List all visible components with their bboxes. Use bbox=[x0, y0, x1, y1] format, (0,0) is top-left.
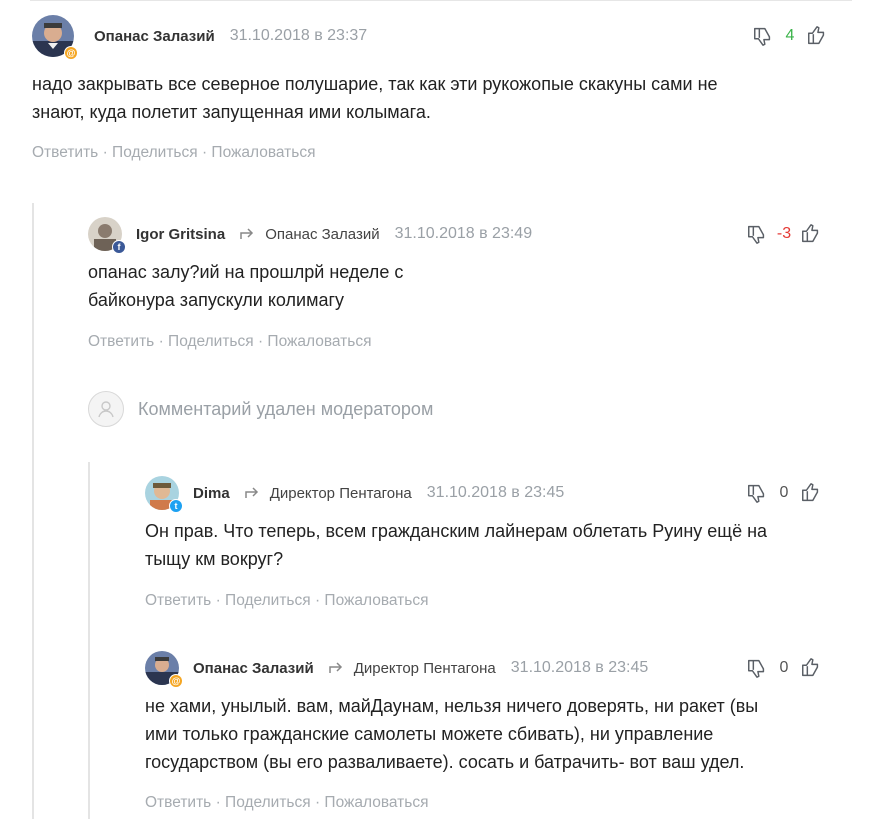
comment-text-line: тыщу км вокруг? bbox=[145, 549, 284, 569]
thumbs-up-icon[interactable] bbox=[806, 25, 828, 47]
separator: · bbox=[253, 333, 268, 350]
comment-author[interactable]: Dima bbox=[193, 485, 230, 502]
deleted-message: Комментарий удален модератором bbox=[138, 398, 434, 419]
vote-controls: 0 bbox=[746, 648, 822, 688]
share-link[interactable]: Поделиться bbox=[168, 333, 254, 350]
comment-header: @ Опанас Залазий Директор Пентагона 31.1… bbox=[145, 648, 648, 688]
separator: · bbox=[154, 333, 169, 350]
facebook-badge-icon: f bbox=[112, 240, 126, 254]
comment-text-line: опанас залу?ий на прошлрй неделе с bbox=[88, 262, 404, 282]
comment-reply: @ Опанас Залазий Директор Пентагона 31.1… bbox=[145, 648, 840, 819]
comment-author[interactable]: Опанас Залазий bbox=[94, 28, 215, 45]
avatar[interactable]: f bbox=[88, 217, 126, 254]
user-placeholder-icon bbox=[88, 391, 124, 427]
comment-text-line: не хами, унылый. вам, майДаунам, нельзя … bbox=[145, 696, 759, 716]
comment-timestamp: 31.10.2018 в 23:45 bbox=[426, 484, 565, 501]
comment-text-line: надо закрывать все северное полушарие, т… bbox=[32, 74, 718, 94]
vote-controls: 0 bbox=[746, 473, 822, 513]
reply-link[interactable]: Ответить bbox=[32, 144, 98, 161]
thumbs-down-icon[interactable] bbox=[746, 657, 768, 679]
thumbs-down-icon[interactable] bbox=[746, 482, 768, 504]
vote-controls: -3 bbox=[746, 214, 822, 254]
thread-line-level-2 bbox=[88, 462, 90, 819]
comment-actions: Ответить · Поделиться · Пожаловаться bbox=[145, 794, 429, 812]
comment-author[interactable]: Опанас Залазий bbox=[193, 660, 314, 677]
comment-text-line: знают, куда полетит запущенная ими колым… bbox=[32, 102, 431, 122]
report-link[interactable]: Пожаловаться bbox=[324, 794, 428, 811]
comment: @ Опанас Залазий 31.10.2018 в 23:37 4 на… bbox=[32, 14, 852, 174]
reply-to-author[interactable]: Директор Пентагона bbox=[270, 485, 412, 502]
comment-text-line: Он прав. Что теперь, всем гражданским ла… bbox=[145, 521, 768, 541]
comment-text: опанас залу?ий на прошлрй неделе с байко… bbox=[88, 258, 788, 314]
share-link[interactable]: Поделиться bbox=[225, 592, 311, 609]
comment-score: 0 bbox=[779, 484, 789, 501]
comment-timestamp: 31.10.2018 в 23:37 bbox=[229, 27, 368, 44]
thumbs-up-icon[interactable] bbox=[800, 482, 822, 504]
top-divider bbox=[30, 0, 852, 1]
reply-to-author[interactable]: Директор Пентагона bbox=[354, 660, 496, 677]
separator: · bbox=[98, 144, 113, 161]
reply-to-author[interactable]: Опанас Залазий bbox=[265, 226, 379, 243]
comment-actions: Ответить · Поделиться · Пожаловаться bbox=[145, 592, 429, 610]
reply-link[interactable]: Ответить bbox=[145, 592, 211, 609]
comment-reply: f Igor Gritsina Опанас Залазий 31.10.201… bbox=[88, 214, 840, 364]
share-link[interactable]: Поделиться bbox=[112, 144, 198, 161]
twitter-badge-icon: t bbox=[169, 499, 183, 513]
comment-header: f Igor Gritsina Опанас Залазий 31.10.201… bbox=[88, 214, 532, 254]
comment-reply: t Dima Директор Пентагона 31.10.2018 в 2… bbox=[145, 473, 840, 623]
comment-header: t Dima Директор Пентагона 31.10.2018 в 2… bbox=[145, 473, 564, 513]
comment-score: 4 bbox=[785, 27, 795, 44]
separator: · bbox=[211, 794, 226, 811]
report-link[interactable]: Пожаловаться bbox=[211, 144, 315, 161]
comment-header: @ Опанас Залазий 31.10.2018 в 23:37 bbox=[32, 14, 368, 60]
comment-author[interactable]: Igor Gritsina bbox=[136, 226, 225, 243]
comment-score: 0 bbox=[779, 659, 789, 676]
comment-text-line: ими только гражданские самолеты можете с… bbox=[145, 724, 714, 744]
share-link[interactable]: Поделиться bbox=[225, 794, 311, 811]
vote-controls: 4 bbox=[752, 14, 828, 58]
mail-badge-icon: @ bbox=[169, 674, 183, 688]
deleted-comment: Комментарий удален модератором bbox=[88, 391, 433, 427]
comment-text-line: государством (вы его разваливаете). соса… bbox=[145, 752, 745, 772]
thumbs-up-icon[interactable] bbox=[800, 657, 822, 679]
comment-text: не хами, унылый. вам, майДаунам, нельзя … bbox=[145, 692, 840, 776]
comment-actions: Ответить · Поделиться · Пожаловаться bbox=[88, 333, 372, 351]
comment-text-line: байконура запускули колимагу bbox=[88, 290, 345, 310]
separator: · bbox=[310, 794, 325, 811]
avatar[interactable]: @ bbox=[32, 15, 78, 60]
comment-timestamp: 31.10.2018 в 23:45 bbox=[510, 659, 649, 676]
thumbs-up-icon[interactable] bbox=[800, 223, 822, 245]
separator: · bbox=[197, 144, 212, 161]
reply-arrow-icon bbox=[244, 487, 258, 498]
separator: · bbox=[310, 592, 325, 609]
reply-link[interactable]: Ответить bbox=[88, 333, 154, 350]
report-link[interactable]: Пожаловаться bbox=[324, 592, 428, 609]
report-link[interactable]: Пожаловаться bbox=[267, 333, 371, 350]
comment-timestamp: 31.10.2018 в 23:49 bbox=[394, 225, 533, 242]
reply-arrow-icon bbox=[328, 662, 342, 673]
comment-text: надо закрывать все северное полушарие, т… bbox=[32, 70, 852, 126]
thumbs-down-icon[interactable] bbox=[746, 223, 768, 245]
reply-link[interactable]: Ответить bbox=[145, 794, 211, 811]
avatar[interactable]: @ bbox=[145, 651, 183, 688]
separator: · bbox=[211, 592, 226, 609]
comment-actions: Ответить · Поделиться · Пожаловаться bbox=[32, 144, 316, 162]
comment-text: Он прав. Что теперь, всем гражданским ла… bbox=[145, 517, 840, 573]
avatar[interactable]: t bbox=[145, 476, 183, 513]
mail-badge-icon: @ bbox=[64, 46, 78, 60]
thread-line-level-1 bbox=[32, 203, 34, 819]
comment-score: -3 bbox=[776, 225, 792, 242]
reply-arrow-icon bbox=[240, 228, 254, 239]
thumbs-down-icon[interactable] bbox=[752, 25, 774, 47]
